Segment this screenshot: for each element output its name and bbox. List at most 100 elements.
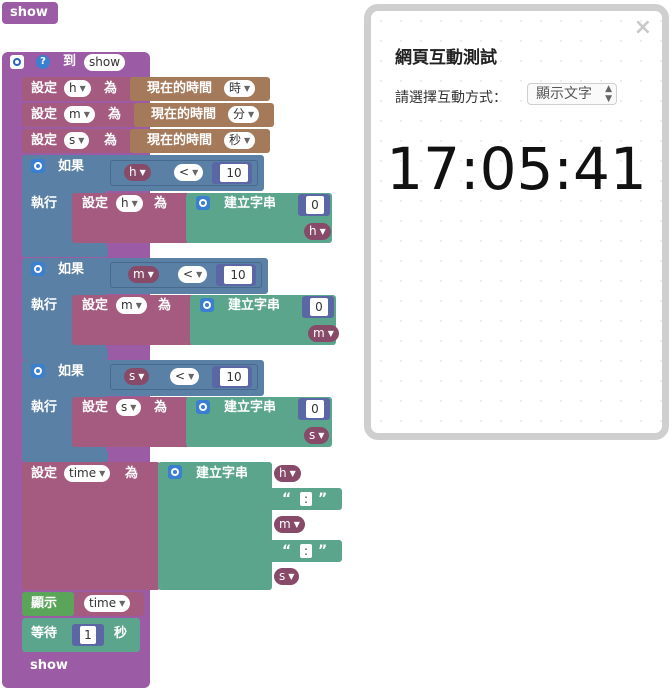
if-m-footer xyxy=(22,348,108,360)
wait-unit-label: 秒 xyxy=(114,626,128,641)
number-field[interactable]: 10 xyxy=(220,164,248,182)
compare-op-dropdown[interactable]: < ▼ xyxy=(178,266,208,283)
time-unit-dropdown[interactable]: 秒 ▼ xyxy=(224,132,256,149)
compare-op-dropdown[interactable]: < ▼ xyxy=(174,164,204,181)
open-quote-icon: “ xyxy=(282,491,292,507)
dropdown-arrow-icon: ▼ xyxy=(318,431,325,440)
var-h-text: h xyxy=(279,466,287,480)
panel-title: 網頁互動測試 xyxy=(395,48,497,68)
number-field[interactable]: 0 xyxy=(306,400,324,418)
dropdown-arrow-icon: ▼ xyxy=(188,372,195,381)
var-s-getter[interactable]: s ▼ xyxy=(124,368,150,385)
as-label: 為 xyxy=(108,107,122,122)
time-unit-dropdown[interactable]: 時 ▼ xyxy=(224,80,256,97)
var-time-dropdown[interactable]: time ▼ xyxy=(64,465,111,482)
unit-minute-text: 分 xyxy=(233,107,246,121)
var-s-text: s xyxy=(129,369,136,383)
do-label: 執行 xyxy=(31,298,58,313)
call-show-label: show xyxy=(30,658,68,673)
if-settings-gear-icon[interactable] xyxy=(31,262,45,276)
procedure-name-field[interactable]: show xyxy=(84,54,126,71)
join-settings-gear-icon[interactable] xyxy=(196,400,210,414)
var-s-text: s xyxy=(121,400,128,414)
dropdown-arrow-icon: ▼ xyxy=(319,227,326,236)
as-label: 為 xyxy=(154,196,168,211)
if-label: 如果 xyxy=(58,364,85,379)
var-s-getter[interactable]: s ▼ xyxy=(274,568,300,585)
dropdown-arrow-icon: ▼ xyxy=(79,84,86,93)
join-settings-gear-icon[interactable] xyxy=(168,465,182,479)
compare-op-text: < xyxy=(183,267,194,281)
text-field[interactable]: : xyxy=(300,492,312,506)
var-s-getter[interactable]: s ▼ xyxy=(304,427,330,444)
var-time-text: time xyxy=(89,596,117,610)
dropdown-arrow-icon: ▼ xyxy=(244,136,251,145)
var-s-dropdown[interactable]: s ▼ xyxy=(64,132,90,149)
number-field[interactable]: 1 xyxy=(80,626,96,644)
dropdown-arrow-icon: ▼ xyxy=(135,301,142,310)
open-quote-icon: “ xyxy=(282,543,292,559)
dropdown-arrow-icon: ▼ xyxy=(138,372,145,381)
var-h-getter[interactable]: h ▼ xyxy=(274,465,301,482)
interaction-mode-select[interactable]: 顯示文字 ▲ ▼ xyxy=(527,83,617,105)
var-time-text: time xyxy=(69,466,97,480)
number-field[interactable]: 0 xyxy=(306,196,324,214)
set-label: 設定 xyxy=(82,196,109,211)
dropdown-arrow-icon: ▼ xyxy=(139,168,146,177)
var-h-getter[interactable]: h ▼ xyxy=(124,164,151,181)
if-settings-gear-icon[interactable] xyxy=(31,364,45,378)
current-time-label: 現在的時間 xyxy=(147,133,213,148)
number-field[interactable]: 0 xyxy=(310,298,328,316)
output-panel: × 網頁互動測試 請選擇互動方式： 顯示文字 ▲ ▼ 17:05:41 xyxy=(364,4,669,440)
set-label: 設定 xyxy=(82,400,109,415)
var-h-dropdown[interactable]: h ▼ xyxy=(116,195,143,212)
join-settings-gear-icon[interactable] xyxy=(200,298,214,312)
time-unit-dropdown[interactable]: 分 ▼ xyxy=(228,106,260,123)
dropdown-arrow-icon: ▼ xyxy=(327,329,334,338)
dropdown-arrow-icon: ▼ xyxy=(130,403,137,412)
if-settings-gear-icon[interactable] xyxy=(31,159,45,173)
settings-gear-icon[interactable] xyxy=(10,55,24,69)
var-m-dropdown[interactable]: m ▼ xyxy=(116,297,147,314)
select-updown-icon: ▲ ▼ xyxy=(605,84,612,104)
call-show-label: show xyxy=(10,5,48,20)
var-m-dropdown[interactable]: m ▼ xyxy=(64,106,95,123)
as-label: 為 xyxy=(104,81,118,96)
var-m-text: m xyxy=(313,326,325,340)
dropdown-arrow-icon: ▼ xyxy=(83,110,90,119)
var-time-dropdown[interactable]: time ▼ xyxy=(84,595,131,612)
compare-op-dropdown[interactable]: < ▼ xyxy=(170,368,200,385)
if-h-footer xyxy=(22,245,108,257)
as-label: 為 xyxy=(154,400,168,415)
create-string-label: 建立字串 xyxy=(224,196,277,211)
var-s-dropdown[interactable]: s ▼ xyxy=(116,399,142,416)
current-time-label: 現在的時間 xyxy=(151,107,217,122)
close-icon[interactable]: × xyxy=(634,17,652,39)
var-h-dropdown[interactable]: h ▼ xyxy=(64,80,91,97)
var-m-getter[interactable]: m ▼ xyxy=(274,516,305,533)
text-field[interactable]: : xyxy=(300,544,312,558)
number-field[interactable]: 10 xyxy=(224,266,252,284)
set-label: 設定 xyxy=(31,81,58,96)
var-m-getter[interactable]: m ▼ xyxy=(128,266,159,283)
dropdown-arrow-icon: ▼ xyxy=(78,136,85,145)
call-show-block[interactable]: show xyxy=(2,2,58,24)
var-m-getter[interactable]: m ▼ xyxy=(308,325,339,342)
var-h-text: h xyxy=(309,224,317,238)
var-m-text: m xyxy=(121,298,133,312)
set-label: 設定 xyxy=(31,133,58,148)
dropdown-arrow-icon: ▼ xyxy=(288,572,295,581)
if-s-footer xyxy=(22,450,108,462)
compare-op-text: < xyxy=(175,369,186,383)
join-settings-gear-icon[interactable] xyxy=(196,196,210,210)
var-h-getter[interactable]: h ▼ xyxy=(304,223,331,240)
as-label: 為 xyxy=(104,133,118,148)
if-label: 如果 xyxy=(58,159,85,174)
dropdown-arrow-icon: ▼ xyxy=(244,84,251,93)
var-h-text: h xyxy=(69,81,77,95)
dropdown-arrow-icon: ▼ xyxy=(131,199,138,208)
help-icon[interactable]: ? xyxy=(36,55,50,69)
to-label: 到 xyxy=(63,54,77,69)
create-string-label: 建立字串 xyxy=(224,400,277,415)
number-field[interactable]: 10 xyxy=(220,368,248,386)
